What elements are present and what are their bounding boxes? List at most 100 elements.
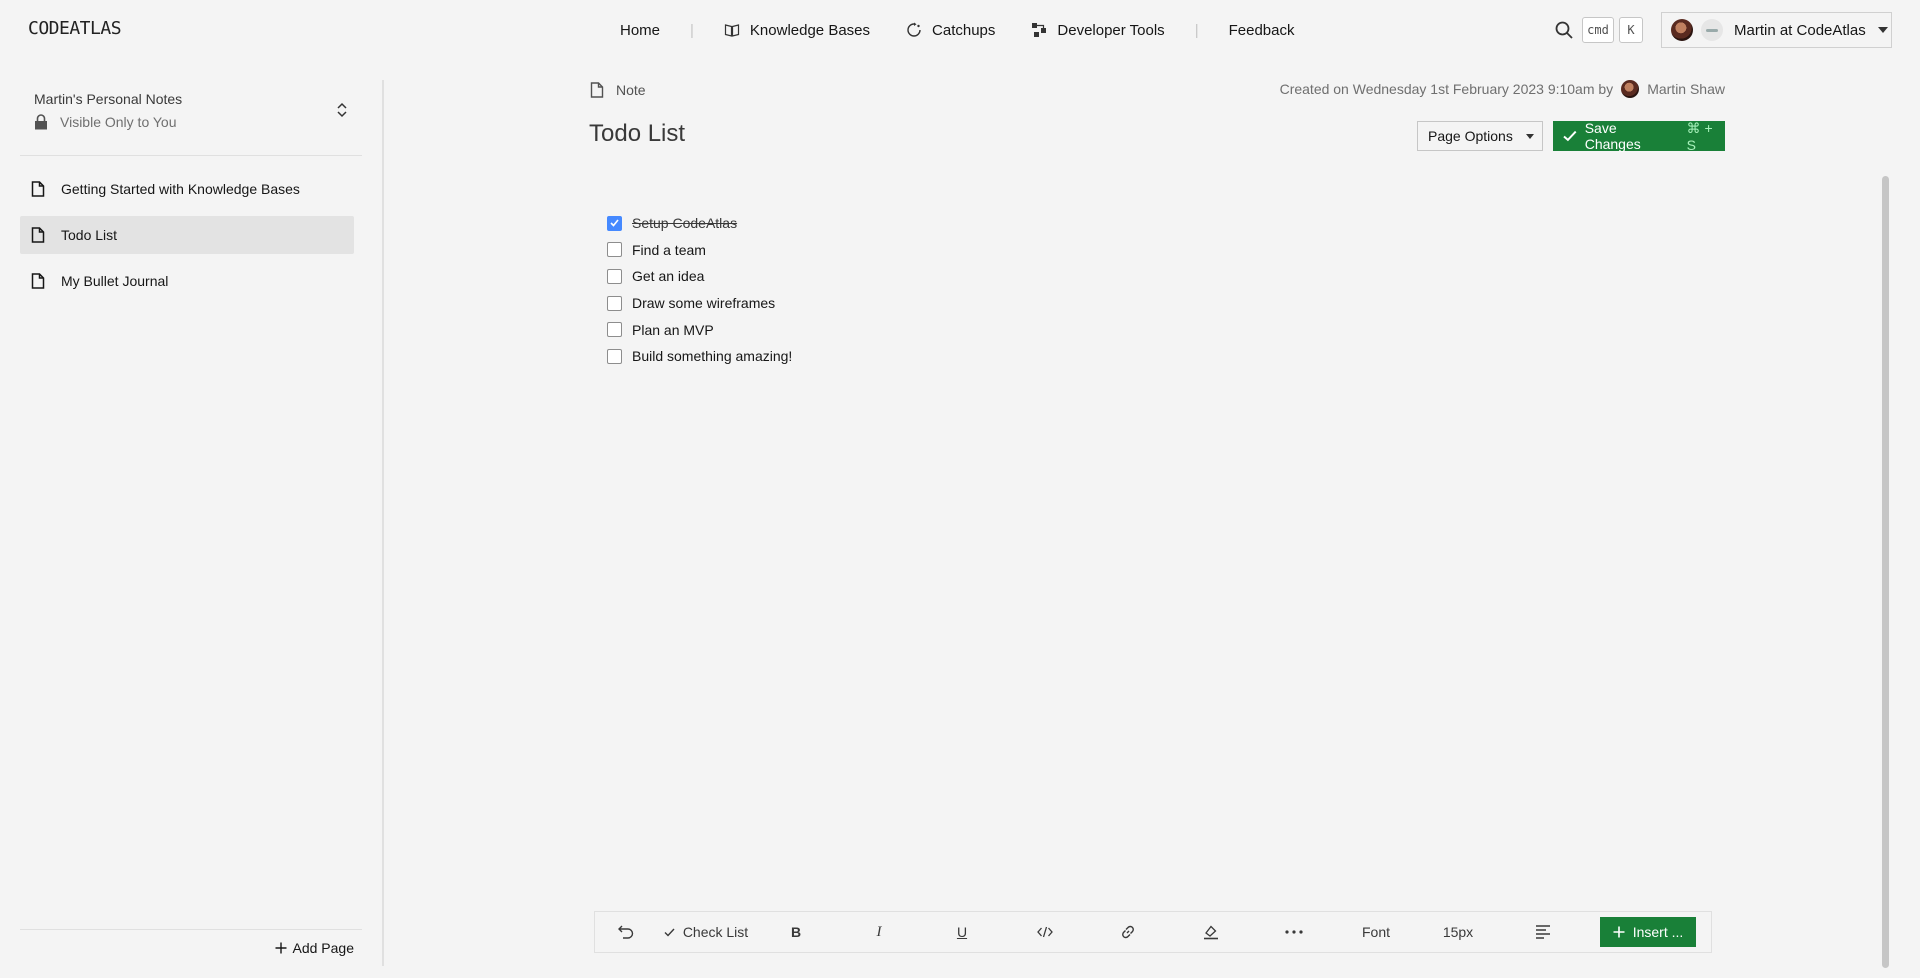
codeatlas-logo[interactable]: CODEATLAS: [28, 18, 122, 39]
nav-knowledge-bases-label: Knowledge Bases: [749, 21, 871, 39]
author-name[interactable]: Martin Shaw: [1647, 81, 1725, 97]
space-name: Martin's Personal Notes: [34, 91, 183, 107]
checkbox[interactable]: [607, 268, 622, 284]
top-navigation-bar: CODEATLAS Home | Knowledge Bases Catchup…: [0, 0, 1920, 60]
book-icon: [724, 24, 740, 37]
checkbox[interactable]: [607, 242, 622, 258]
nav-home[interactable]: Home: [620, 22, 660, 39]
checklist-item-text[interactable]: Get an idea: [632, 268, 704, 284]
page-options-label: Page Options: [1428, 128, 1513, 144]
sidebar-item-todo-list[interactable]: Todo List: [20, 216, 354, 254]
nav-knowledge-bases[interactable]: Knowledge Bases: [724, 22, 870, 39]
checklist-item: Setup CodeAtlas: [607, 210, 792, 237]
check-list-button[interactable]: Check List: [661, 912, 751, 952]
sidebar-item-bullet-journal[interactable]: My Bullet Journal: [20, 262, 354, 300]
font-label: Font: [1361, 924, 1390, 940]
checklist-item-text[interactable]: Build something amazing!: [632, 348, 792, 364]
text-align-left-icon: [1536, 925, 1550, 939]
link-icon: [1122, 925, 1134, 939]
org-logo: [1701, 19, 1723, 41]
main-nav: Home | Knowledge Bases Catchups Develope…: [620, 0, 1294, 60]
font-family-dropdown[interactable]: Font: [1351, 912, 1401, 952]
nav-separator: |: [690, 21, 694, 39]
sidebar-item-getting-started[interactable]: Getting Started with Knowledge Bases: [20, 170, 354, 208]
font-size-label: 15px: [1442, 924, 1474, 940]
checklist-item: Draw some wireframes: [607, 290, 792, 317]
checkbox[interactable]: [607, 348, 622, 364]
space-visibility: Visible Only to You: [34, 114, 177, 130]
insert-label: Insert ...: [1632, 924, 1684, 940]
created-text: Created on Wednesday 1st February 2023 9…: [1279, 81, 1614, 97]
search-icon[interactable]: [1554, 20, 1574, 40]
page-options-dropdown[interactable]: Page Options: [1417, 121, 1543, 151]
add-page-label: Add Page: [292, 940, 355, 956]
code-icon: [1037, 926, 1053, 938]
account-switcher[interactable]: Martin at CodeAtlas: [1661, 12, 1892, 48]
checklist-item: Build something amazing!: [607, 343, 792, 370]
checklist-item-text[interactable]: Setup CodeAtlas: [632, 215, 737, 231]
checkmark-icon: [664, 928, 675, 937]
link-button[interactable]: [1113, 912, 1143, 952]
bold-button[interactable]: B: [781, 912, 811, 952]
add-page-button[interactable]: Add Page: [275, 940, 355, 956]
save-changes-button[interactable]: Save Changes ⌘ + S: [1553, 120, 1725, 153]
undo-button[interactable]: [611, 912, 641, 952]
checkbox[interactable]: [607, 295, 622, 311]
checklist-item: Plan an MVP: [607, 316, 792, 343]
underline-button[interactable]: U: [947, 912, 977, 952]
nav-home-label: Home: [620, 21, 661, 39]
insert-button[interactable]: Insert ...: [1600, 917, 1696, 947]
page-title[interactable]: Todo List: [589, 120, 685, 148]
nav-developer-tools-label: Developer Tools: [1057, 21, 1165, 39]
checkmark-icon: [610, 219, 619, 227]
nav-feedback-label: Feedback: [1228, 21, 1295, 39]
document-icon: [31, 181, 45, 197]
checklist-item-text[interactable]: Plan an MVP: [632, 322, 714, 338]
editor-scrollbar[interactable]: [1880, 172, 1892, 972]
space-switcher[interactable]: Martin's Personal Notes Visible Only to …: [20, 80, 362, 156]
document-type-label: Note: [616, 82, 646, 98]
page-list: Getting Started with Knowledge Bases Tod…: [20, 170, 354, 308]
overflow-menu-icon: [1285, 930, 1303, 934]
checkbox[interactable]: [607, 322, 622, 338]
highlight-button[interactable]: [1196, 912, 1226, 952]
author-avatar: [1621, 80, 1640, 98]
todo-checklist: Setup CodeAtlas Find a team Get an idea …: [607, 210, 792, 370]
checklist-item-text[interactable]: Draw some wireframes: [632, 295, 775, 311]
nav-feedback[interactable]: Feedback: [1229, 22, 1295, 39]
sidebar-item-label: Getting Started with Knowledge Bases: [61, 181, 300, 197]
more-options-button[interactable]: [1279, 912, 1309, 952]
nav-catchups[interactable]: Catchups: [906, 22, 995, 39]
italic-button[interactable]: I: [864, 912, 894, 952]
code-button[interactable]: [1030, 912, 1060, 952]
caret-down-icon: [1525, 133, 1534, 139]
document-icon: [31, 273, 45, 289]
save-changes-label: Save Changes: [1584, 120, 1641, 152]
underline-label: U: [956, 924, 968, 940]
align-button[interactable]: [1528, 912, 1558, 952]
italic-label: I: [876, 923, 882, 940]
checklist-item: Get an idea: [607, 263, 792, 290]
shortcut-k-key: K: [1619, 17, 1643, 43]
sidebar: Martin's Personal Notes Visible Only to …: [0, 80, 384, 966]
checkbox[interactable]: [607, 215, 622, 231]
space-visibility-label: Visible Only to You: [60, 114, 177, 130]
shortcut-cmd-key: cmd: [1582, 17, 1614, 43]
sidebar-item-label: My Bullet Journal: [61, 273, 169, 289]
chevron-up-down-icon: [337, 102, 347, 118]
check-list-label: Check List: [682, 924, 749, 940]
caret-down-icon: [1877, 27, 1888, 33]
plus-icon: [1613, 926, 1625, 938]
nav-separator: |: [1194, 21, 1199, 39]
checklist-item: Find a team: [607, 237, 792, 264]
font-size-dropdown[interactable]: 15px: [1433, 912, 1483, 952]
catchups-icon: [907, 22, 921, 37]
sidebar-item-label: Todo List: [61, 227, 118, 243]
checklist-item-text[interactable]: Find a team: [632, 242, 706, 258]
highlighter-icon: [1204, 925, 1218, 940]
developer-tools-icon: [1032, 23, 1047, 37]
undo-icon: [618, 925, 634, 939]
document-icon: [590, 82, 604, 98]
scrollbar-thumb[interactable]: [1882, 176, 1889, 968]
nav-developer-tools[interactable]: Developer Tools: [1031, 21, 1165, 39]
